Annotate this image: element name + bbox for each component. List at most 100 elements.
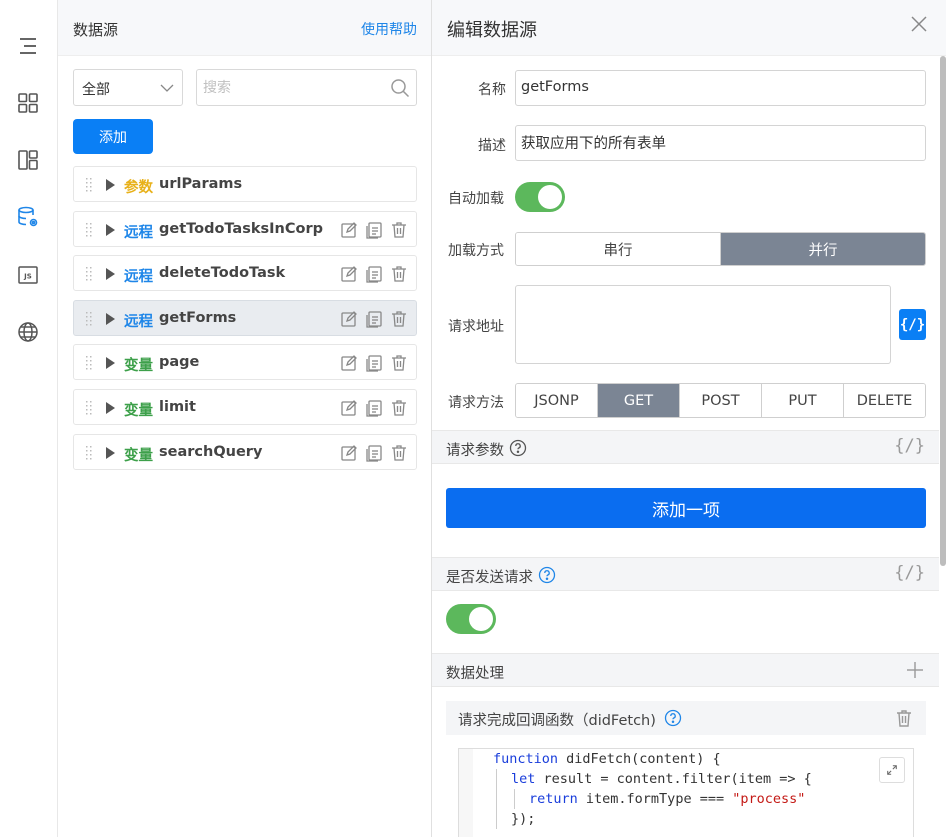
- components-icon[interactable]: [14, 89, 42, 117]
- code-keyword: let: [511, 771, 536, 787]
- method-label: 请求方法: [448, 395, 504, 411]
- search-input[interactable]: [203, 78, 383, 98]
- add-param-button[interactable]: 添加一项: [446, 488, 926, 528]
- edit-icon[interactable]: [339, 264, 358, 284]
- edit-icon[interactable]: [339, 220, 358, 240]
- expand-caret-icon[interactable]: [106, 401, 115, 414]
- code-line: return item.formType === "process": [529, 789, 805, 809]
- item-actions: [339, 264, 408, 284]
- method-option[interactable]: JSONP: [516, 384, 598, 417]
- edit-icon[interactable]: [339, 353, 358, 373]
- url-label: 请求地址: [448, 319, 504, 335]
- method-option[interactable]: POST: [680, 384, 762, 417]
- send-title: 是否发送请求: [446, 570, 533, 586]
- send-expression-button[interactable]: {/}: [894, 563, 925, 583]
- icon-rail: JS: [0, 0, 58, 837]
- trash-icon[interactable]: [389, 264, 408, 284]
- expand-caret-icon[interactable]: [106, 446, 115, 459]
- help-icon[interactable]: [509, 439, 527, 457]
- expand-caret-icon[interactable]: [106, 223, 115, 236]
- code-line: let result = content.filter(item => {: [511, 769, 812, 789]
- datasource-item[interactable]: 参数 urlParams: [73, 166, 417, 202]
- params-section-header: 请求参数 {/}: [432, 430, 939, 464]
- outline-icon[interactable]: [14, 32, 42, 60]
- copy-icon[interactable]: [364, 309, 383, 329]
- copy-icon[interactable]: [364, 264, 383, 284]
- drag-handle-icon[interactable]: [84, 175, 94, 195]
- datasource-item[interactable]: 变量 limit: [73, 388, 417, 425]
- indent-guide: [514, 789, 515, 809]
- expand-caret-icon[interactable]: [106, 312, 115, 325]
- datasource-item[interactable]: 远程 getTodoTasksInCorp: [73, 210, 417, 247]
- name-field: [515, 70, 926, 106]
- loadmode-option[interactable]: 串行: [516, 233, 721, 265]
- expand-icon[interactable]: [879, 757, 905, 783]
- trash-icon[interactable]: [389, 353, 408, 373]
- drag-handle-icon[interactable]: [84, 398, 94, 418]
- indent-guide: [496, 769, 497, 829]
- copy-icon[interactable]: [364, 443, 383, 463]
- drag-handle-icon[interactable]: [84, 220, 94, 240]
- params-title: 请求参数: [446, 443, 504, 459]
- autoload-toggle[interactable]: [515, 182, 565, 212]
- edit-icon[interactable]: [339, 443, 358, 463]
- loadmode-option[interactable]: 并行: [721, 233, 925, 265]
- datasource-icon[interactable]: [14, 203, 42, 231]
- copy-icon[interactable]: [364, 220, 383, 240]
- drag-handle-icon[interactable]: [84, 353, 94, 373]
- trash-icon[interactable]: [389, 443, 408, 463]
- plus-icon[interactable]: [905, 660, 925, 680]
- code-string: "process": [732, 791, 806, 807]
- search-icon[interactable]: [390, 78, 410, 98]
- datasource-item[interactable]: 远程 deleteTodoTask: [73, 255, 417, 292]
- method-segmented: JSONP GET POST PUT DELETE: [515, 383, 926, 418]
- loadmode-label: 加载方式: [448, 243, 504, 259]
- url-expression-button[interactable]: {/}: [899, 309, 926, 340]
- code-editor[interactable]: function didFetch(content) {let result =…: [458, 748, 914, 837]
- name-input[interactable]: [521, 79, 916, 95]
- drag-handle-icon[interactable]: [84, 264, 94, 284]
- add-datasource-button[interactable]: 添加: [73, 119, 153, 154]
- help-icon[interactable]: [538, 566, 556, 584]
- help-link[interactable]: 使用帮助: [361, 19, 417, 39]
- params-expression-button[interactable]: {/}: [894, 436, 925, 456]
- drag-handle-icon[interactable]: [84, 309, 94, 329]
- datasource-name: searchQuery: [159, 443, 263, 460]
- send-request-toggle[interactable]: [446, 604, 496, 634]
- datasource-item[interactable]: 远程 getForms: [73, 299, 417, 336]
- trash-icon[interactable]: [389, 309, 408, 329]
- copy-icon[interactable]: [364, 353, 383, 373]
- loadmode-segmented: 串行 并行: [515, 232, 926, 266]
- method-option[interactable]: DELETE: [844, 384, 925, 417]
- copy-icon[interactable]: [364, 398, 383, 418]
- expand-caret-icon[interactable]: [106, 268, 115, 281]
- editor-title: 编辑数据源: [447, 20, 537, 41]
- datasource-panel: 数据源 使用帮助 全部 添加 参数 urlParams 远程 getTodoTasks…: [58, 0, 432, 837]
- layout-icon[interactable]: [14, 146, 42, 174]
- datasource-item[interactable]: 变量 searchQuery: [73, 433, 417, 470]
- url-textarea[interactable]: [515, 285, 891, 364]
- edit-icon[interactable]: [339, 309, 358, 329]
- edit-icon[interactable]: [339, 398, 358, 418]
- type-filter-select[interactable]: 全部: [73, 69, 183, 106]
- js-icon[interactable]: JS: [14, 261, 42, 289]
- trash-icon[interactable]: [894, 708, 914, 728]
- code-text: });: [511, 811, 536, 827]
- datasource-list: 参数 urlParams 远程 getTodoTasksInCorp 远程 deleteT…: [73, 166, 417, 478]
- help-icon[interactable]: [664, 709, 682, 727]
- desc-field: [515, 125, 926, 161]
- editor-scrollbar[interactable]: [940, 56, 946, 566]
- globe-icon[interactable]: [14, 318, 42, 346]
- close-icon[interactable]: [910, 15, 928, 33]
- panel-title: 数据源: [73, 21, 119, 39]
- datasource-item[interactable]: 变量 page: [73, 344, 417, 381]
- process-title: 数据处理: [446, 666, 504, 682]
- expand-caret-icon[interactable]: [106, 357, 115, 370]
- method-option[interactable]: PUT: [762, 384, 844, 417]
- method-option[interactable]: GET: [598, 384, 680, 417]
- drag-handle-icon[interactable]: [84, 443, 94, 463]
- trash-icon[interactable]: [389, 220, 408, 240]
- desc-input[interactable]: [521, 134, 916, 150]
- expand-caret-icon[interactable]: [106, 179, 115, 191]
- trash-icon[interactable]: [389, 398, 408, 418]
